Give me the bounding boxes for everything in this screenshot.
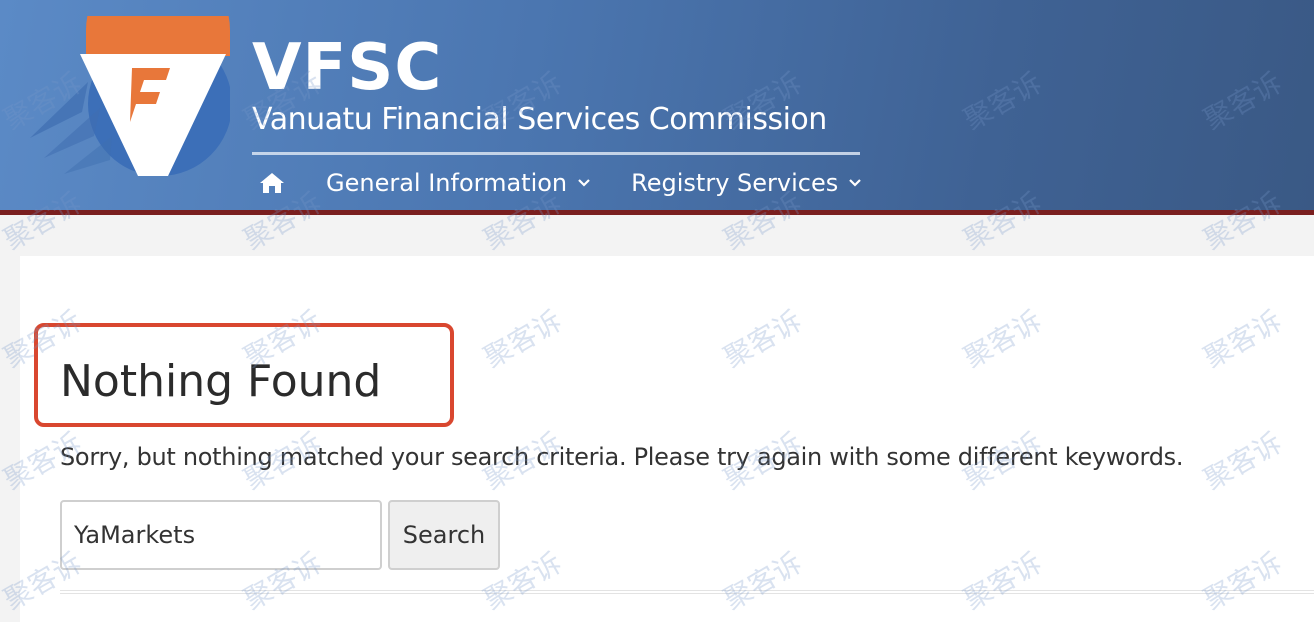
brand-name: VFSC (252, 31, 443, 105)
vfsc-logo-icon[interactable] (20, 16, 230, 186)
main-nav: General Information Registry Services (258, 163, 902, 203)
home-icon[interactable] (258, 171, 286, 195)
chevron-down-icon (849, 179, 862, 187)
main-content: Nothing Found Sorry, but nothing matched… (20, 256, 1314, 622)
nav-item-label: General Information (326, 169, 568, 197)
site-header: VFSC Vanuatu Financial Services Commissi… (0, 0, 1314, 215)
search-button[interactable]: Search (388, 500, 500, 570)
nav-item-general-information[interactable]: General Information (326, 169, 591, 197)
no-results-message: Sorry, but nothing matched your search c… (60, 443, 1184, 471)
brand-subtitle: Vanuatu Financial Services Commission (252, 102, 827, 137)
brand-divider (252, 152, 860, 155)
search-input[interactable] (60, 500, 382, 570)
nav-item-registry-services[interactable]: Registry Services (631, 169, 862, 197)
title-highlight-box (34, 323, 454, 427)
content-divider (60, 590, 1314, 594)
chevron-down-icon (578, 179, 590, 187)
nav-item-label: Registry Services (631, 169, 839, 197)
